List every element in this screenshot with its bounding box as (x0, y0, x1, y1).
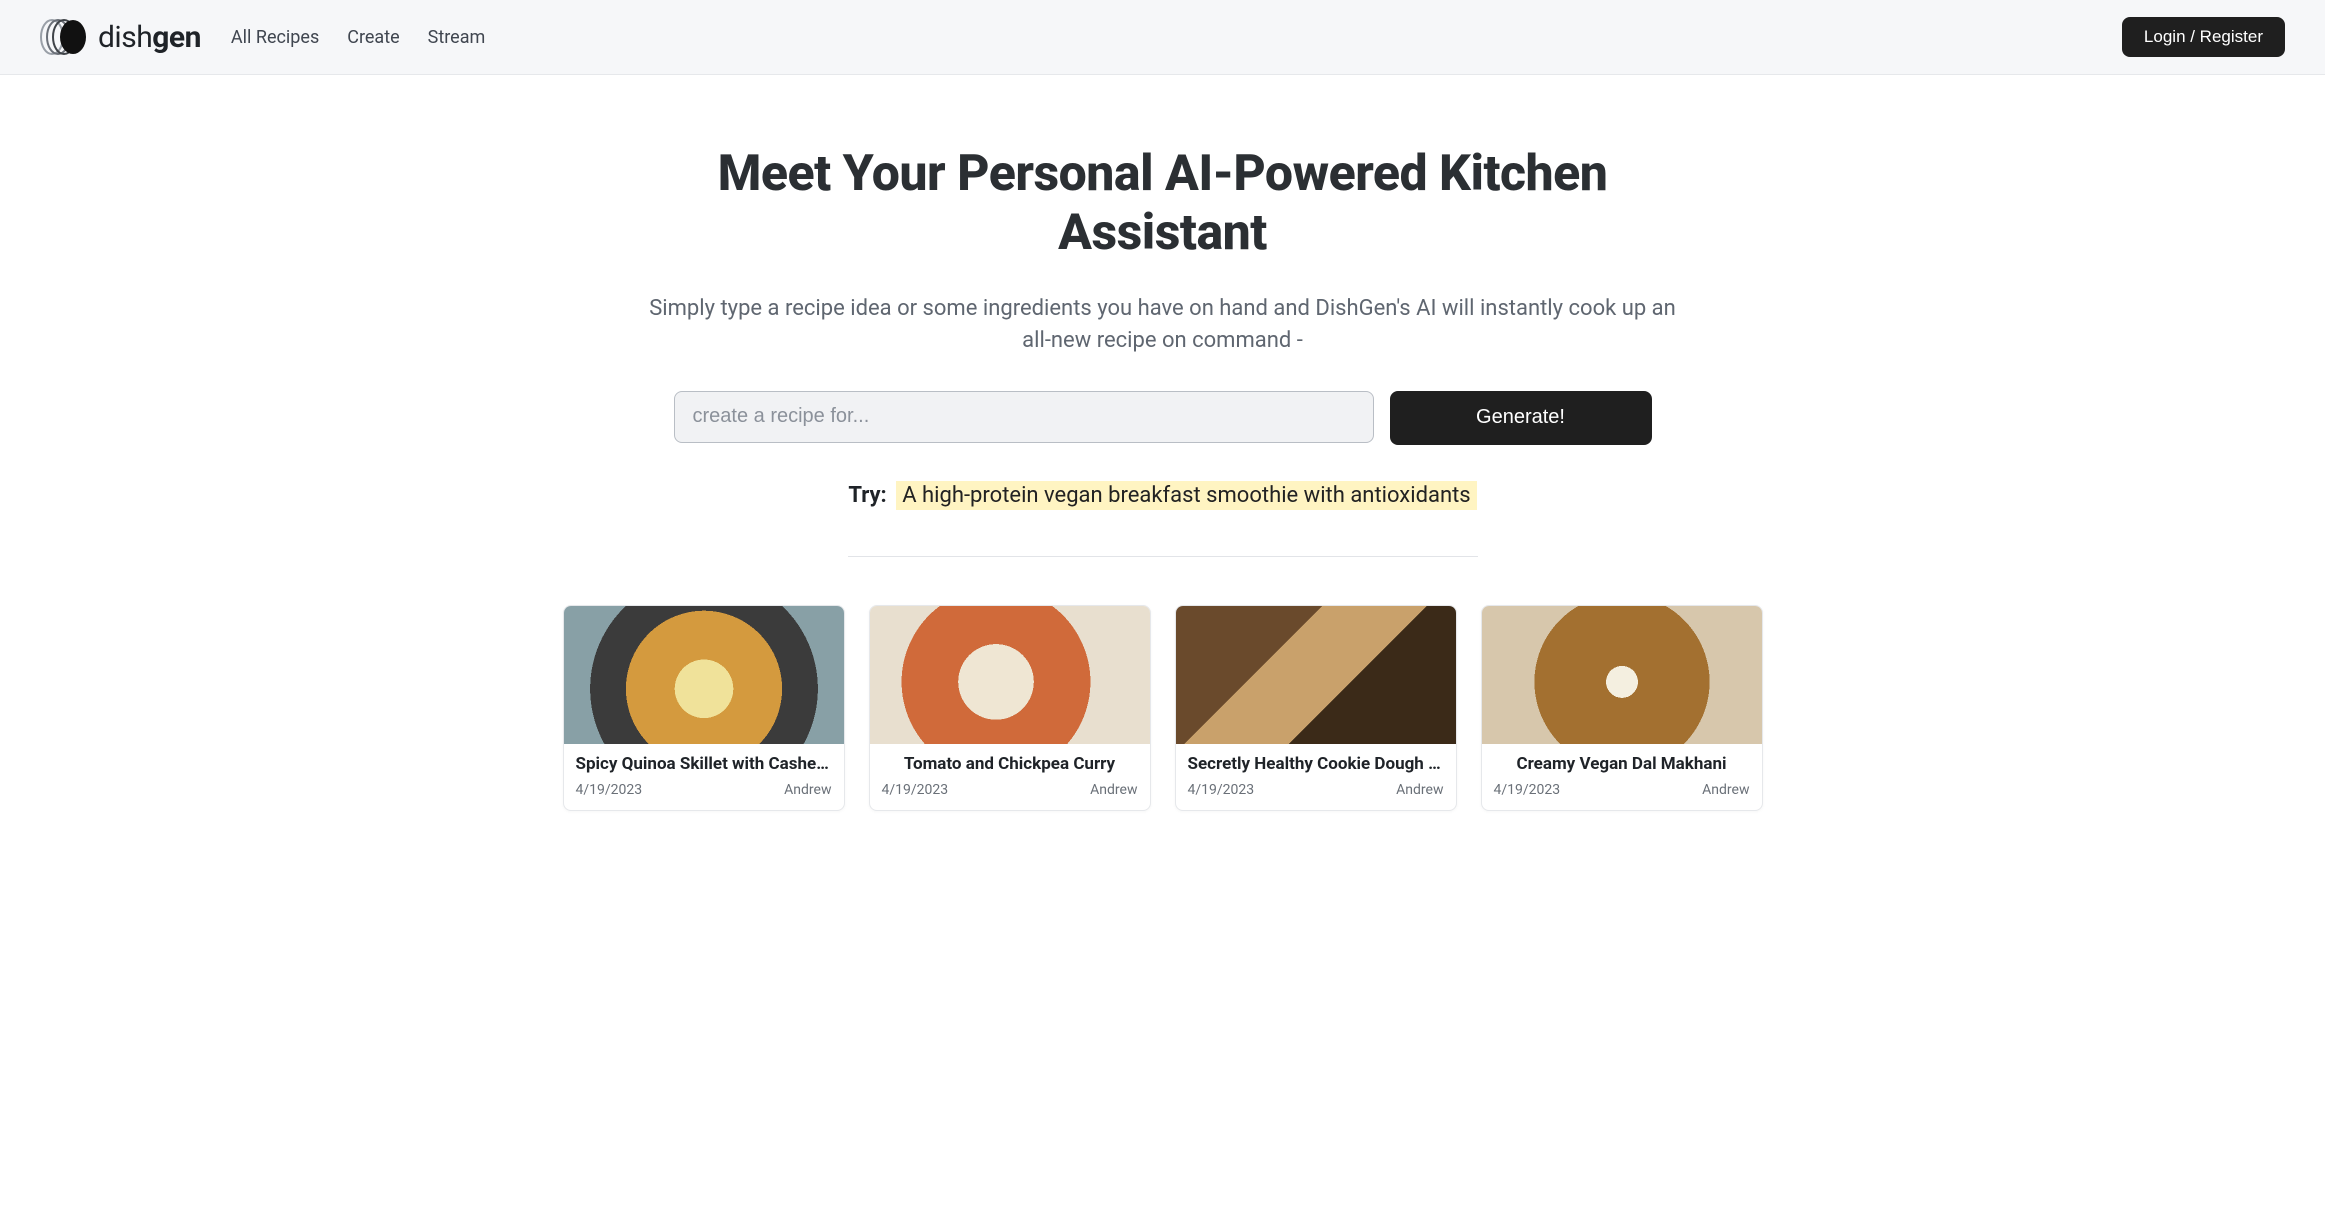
nav-stream[interactable]: Stream (428, 27, 486, 48)
generate-button[interactable]: Generate! (1390, 391, 1652, 445)
recipe-date: 4/19/2023 (1188, 782, 1255, 798)
recipe-author: Andrew (1396, 782, 1443, 798)
recipe-date: 4/19/2023 (1494, 782, 1561, 798)
logo-text: dishgen (98, 20, 201, 55)
recipe-card[interactable]: Creamy Vegan Dal Makhani 4/19/2023 Andre… (1481, 605, 1763, 811)
try-label: Try: (848, 483, 886, 508)
recipe-image (1176, 606, 1456, 744)
try-example[interactable]: A high-protein vegan breakfast smoothie … (896, 481, 1476, 510)
nav-links: All Recipes Create Stream (231, 27, 485, 48)
topbar: dishgen All Recipes Create Stream Login … (0, 0, 2325, 75)
hero-subtitle: Simply type a recipe idea or some ingred… (633, 293, 1693, 357)
recipe-author: Andrew (1702, 782, 1749, 798)
recipe-author: Andrew (784, 782, 831, 798)
recipe-author: Andrew (1090, 782, 1137, 798)
recipe-card[interactable]: Tomato and Chickpea Curry 4/19/2023 Andr… (869, 605, 1151, 811)
search-row: Generate! (633, 391, 1693, 445)
recipe-title: Tomato and Chickpea Curry (882, 754, 1138, 774)
recipe-title: Spicy Quinoa Skillet with Cashew Cr… (576, 754, 832, 774)
recipe-title: Secretly Healthy Cookie Dough Bars (1188, 754, 1444, 774)
logo[interactable]: dishgen (40, 19, 201, 55)
nav-all-recipes[interactable]: All Recipes (231, 27, 319, 48)
logo-icon (40, 19, 88, 55)
recipe-cards: Spicy Quinoa Skillet with Cashew Cr… 4/1… (523, 605, 1803, 851)
recipe-card[interactable]: Secretly Healthy Cookie Dough Bars 4/19/… (1175, 605, 1457, 811)
hero: Meet Your Personal AI-Powered Kitchen As… (613, 75, 1713, 557)
try-row: Try: A high-protein vegan breakfast smoo… (633, 483, 1693, 508)
page-title: Meet Your Personal AI-Powered Kitchen As… (633, 145, 1693, 263)
section-divider (848, 556, 1478, 557)
nav-create[interactable]: Create (347, 27, 399, 48)
recipe-date: 4/19/2023 (576, 782, 643, 798)
recipe-title: Creamy Vegan Dal Makhani (1494, 754, 1750, 774)
recipe-image (870, 606, 1150, 744)
recipe-card[interactable]: Spicy Quinoa Skillet with Cashew Cr… 4/1… (563, 605, 845, 811)
recipe-prompt-input[interactable] (674, 391, 1374, 443)
recipe-date: 4/19/2023 (882, 782, 949, 798)
recipe-image (564, 606, 844, 744)
login-register-button[interactable]: Login / Register (2122, 17, 2285, 57)
recipe-image (1482, 606, 1762, 744)
